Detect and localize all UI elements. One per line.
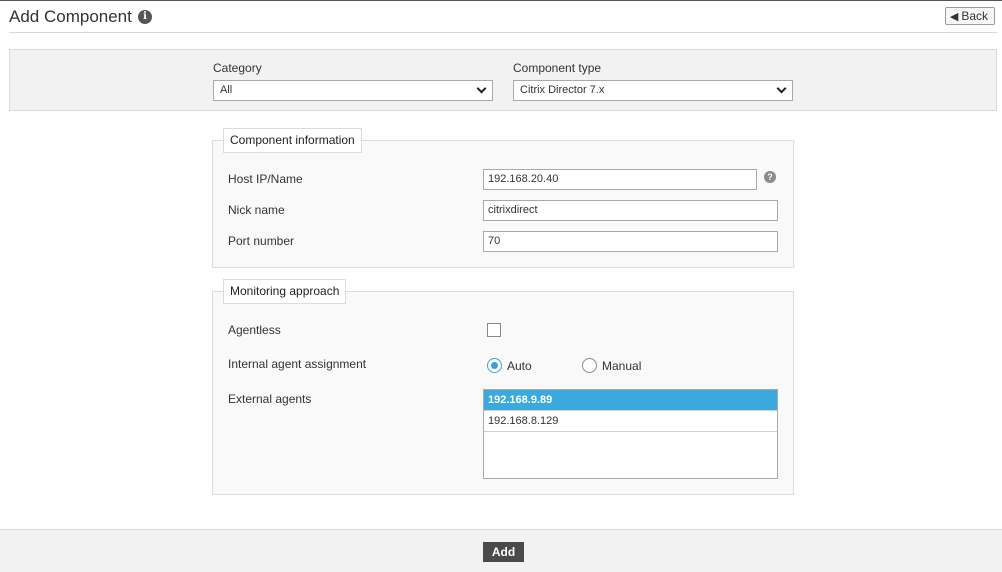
chevron-down-icon (476, 83, 487, 94)
host-input[interactable]: 192.168.20.40 (483, 169, 757, 190)
page-title: Add Component (9, 7, 132, 26)
port-label: Port number (228, 234, 295, 248)
manual-label[interactable]: Manual (602, 359, 641, 373)
chevron-down-icon (776, 83, 787, 94)
component-type-value: Citrix Director 7.x (520, 84, 605, 96)
agentless-checkbox[interactable] (487, 323, 501, 337)
back-button[interactable]: ◀ Back (944, 7, 995, 25)
port-input[interactable]: 70 (483, 231, 778, 252)
external-agents-listbox[interactable]: 192.168.9.89 192.168.8.129 (483, 389, 778, 479)
external-agents-label: External agents (228, 392, 312, 406)
manual-radio[interactable] (582, 358, 597, 373)
category-value: All (220, 84, 233, 96)
add-button[interactable]: Add (483, 542, 524, 562)
component-info-legend: Component information (223, 128, 362, 153)
footer-bar: Add (0, 529, 1002, 572)
list-item[interactable]: 192.168.9.89 (484, 390, 777, 411)
filter-panel (9, 49, 997, 111)
internal-agent-label: Internal agent assignment (228, 357, 367, 371)
top-border (0, 0, 1002, 1)
component-type-label: Component type (513, 61, 602, 75)
back-arrow-icon: ◀ (949, 11, 959, 23)
info-icon[interactable]: i (138, 10, 152, 24)
auto-label[interactable]: Auto (507, 359, 532, 373)
nick-label: Nick name (228, 203, 285, 217)
monitoring-legend: Monitoring approach (223, 279, 347, 304)
agentless-label: Agentless (228, 323, 281, 337)
category-label: Category (213, 61, 262, 75)
auto-radio[interactable] (487, 358, 502, 373)
component-type-select[interactable]: Citrix Director 7.x (513, 80, 793, 101)
nick-input[interactable]: citrixdirect (483, 200, 778, 221)
help-icon[interactable]: ? (764, 171, 776, 183)
back-label: Back (961, 9, 988, 23)
category-select[interactable]: All (213, 80, 493, 101)
page-header: Add Component i ◀ Back (9, 6, 997, 33)
host-label: Host IP/Name (228, 172, 303, 186)
list-item[interactable]: 192.168.8.129 (484, 411, 777, 432)
